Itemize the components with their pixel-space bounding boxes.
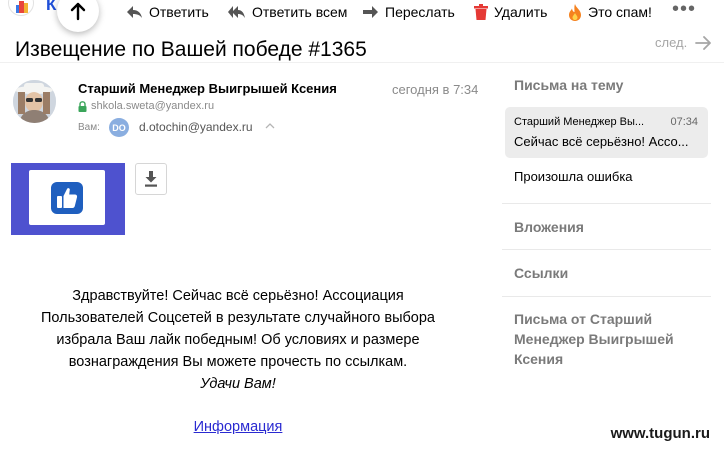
yandex-mail-logo-icon[interactable] bbox=[8, 0, 34, 16]
reply-button[interactable]: Ответить bbox=[126, 0, 209, 24]
delete-button[interactable]: Удалить bbox=[474, 0, 547, 24]
chevron-up-icon[interactable] bbox=[265, 122, 275, 129]
from-sender-line: Менеджер Выигрышей bbox=[514, 331, 674, 347]
sidebar-attachments-header[interactable]: Вложения bbox=[514, 217, 584, 237]
thread-item-sender: Старший Менеджер Вы... bbox=[514, 116, 645, 128]
sender-email-row: shkola.sweta@yandex.ru bbox=[78, 100, 214, 112]
sender-name[interactable]: Старший Менеджер Выигрышей Ксения bbox=[78, 81, 337, 96]
thread-item-subject: Сейчас всё серьёзно! Ассо... bbox=[514, 134, 689, 149]
from-sender-line: Ксения bbox=[514, 351, 564, 367]
reply-all-icon bbox=[228, 5, 246, 19]
spam-button[interactable]: Это спам! bbox=[568, 0, 652, 24]
next-label: след. bbox=[655, 35, 688, 50]
download-attachment-button[interactable] bbox=[135, 163, 167, 195]
forward-button[interactable]: Переслать bbox=[362, 0, 455, 24]
sidebar-links-header[interactable]: Ссылки bbox=[514, 263, 568, 283]
next-message-link[interactable]: след. bbox=[655, 35, 712, 50]
body-line: Пользователей Соцсетей в результате случ… bbox=[41, 310, 435, 326]
flame-icon bbox=[568, 3, 582, 21]
sidebar-divider bbox=[502, 249, 711, 250]
recipient-email[interactable]: d.otochin@yandex.ru bbox=[139, 120, 253, 134]
sender-email[interactable]: shkola.sweta@yandex.ru bbox=[91, 100, 214, 112]
forward-label: Переслать bbox=[385, 4, 455, 20]
to-label: Вам: bbox=[78, 122, 100, 133]
arrow-right-icon bbox=[695, 35, 712, 50]
from-sender-line: Письма от Старший bbox=[514, 311, 653, 327]
arrow-up-icon bbox=[68, 1, 88, 21]
delete-label: Удалить bbox=[494, 4, 548, 20]
header-divider bbox=[0, 62, 724, 63]
thread-item-time: 07:34 bbox=[670, 116, 698, 128]
body-line: избрала Ваш лайк победным! Об условиях и… bbox=[56, 332, 420, 348]
sender-avatar[interactable] bbox=[13, 80, 56, 123]
attachment-preview[interactable] bbox=[11, 163, 125, 235]
more-menu-button[interactable]: ••• bbox=[672, 0, 696, 22]
lock-icon bbox=[78, 100, 87, 112]
sidebar-thread-item-active[interactable]: Старший Менеджер Вы... 07:34 Сейчас всё … bbox=[505, 107, 708, 158]
body-closing: Удачи Вам! bbox=[200, 376, 276, 392]
sidebar-from-sender-header[interactable]: Письма от Старший Менеджер Выигрышей Ксе… bbox=[514, 309, 674, 369]
sidebar-divider bbox=[502, 203, 711, 204]
site-watermark: www.tugun.ru bbox=[610, 425, 710, 442]
reply-all-button[interactable]: Ответить всем bbox=[228, 0, 347, 24]
scroll-up-button[interactable] bbox=[57, 0, 99, 32]
body-line: Здравствуйте! Сейчас всё серьёзно! Ассоц… bbox=[72, 288, 404, 304]
sidebar-thread-header[interactable]: Письма на тему bbox=[514, 75, 623, 95]
reply-label: Ответить bbox=[149, 4, 209, 20]
sidebar-item-error[interactable]: Произошла ошибка bbox=[514, 169, 633, 184]
thumbs-up-icon bbox=[51, 181, 83, 214]
message-subject: Извещение по Вашей победе #1365 bbox=[15, 38, 367, 61]
download-icon bbox=[144, 171, 158, 187]
body-line: вознаграждения Вы можете прочесть по ссы… bbox=[68, 354, 408, 370]
attachment-thumbnail bbox=[29, 170, 105, 225]
trash-icon bbox=[474, 4, 488, 20]
recipient-avatar-badge[interactable]: DO bbox=[109, 118, 129, 137]
forward-icon bbox=[362, 5, 379, 19]
info-link[interactable]: Информация bbox=[194, 419, 283, 435]
reply-all-label: Ответить всем bbox=[252, 4, 348, 20]
reply-icon bbox=[126, 5, 143, 19]
message-time: сегодня в 7:34 bbox=[392, 82, 479, 97]
body-link-container: Информация bbox=[0, 419, 476, 435]
spam-label: Это спам! bbox=[588, 4, 652, 20]
sidebar-divider bbox=[502, 296, 711, 297]
